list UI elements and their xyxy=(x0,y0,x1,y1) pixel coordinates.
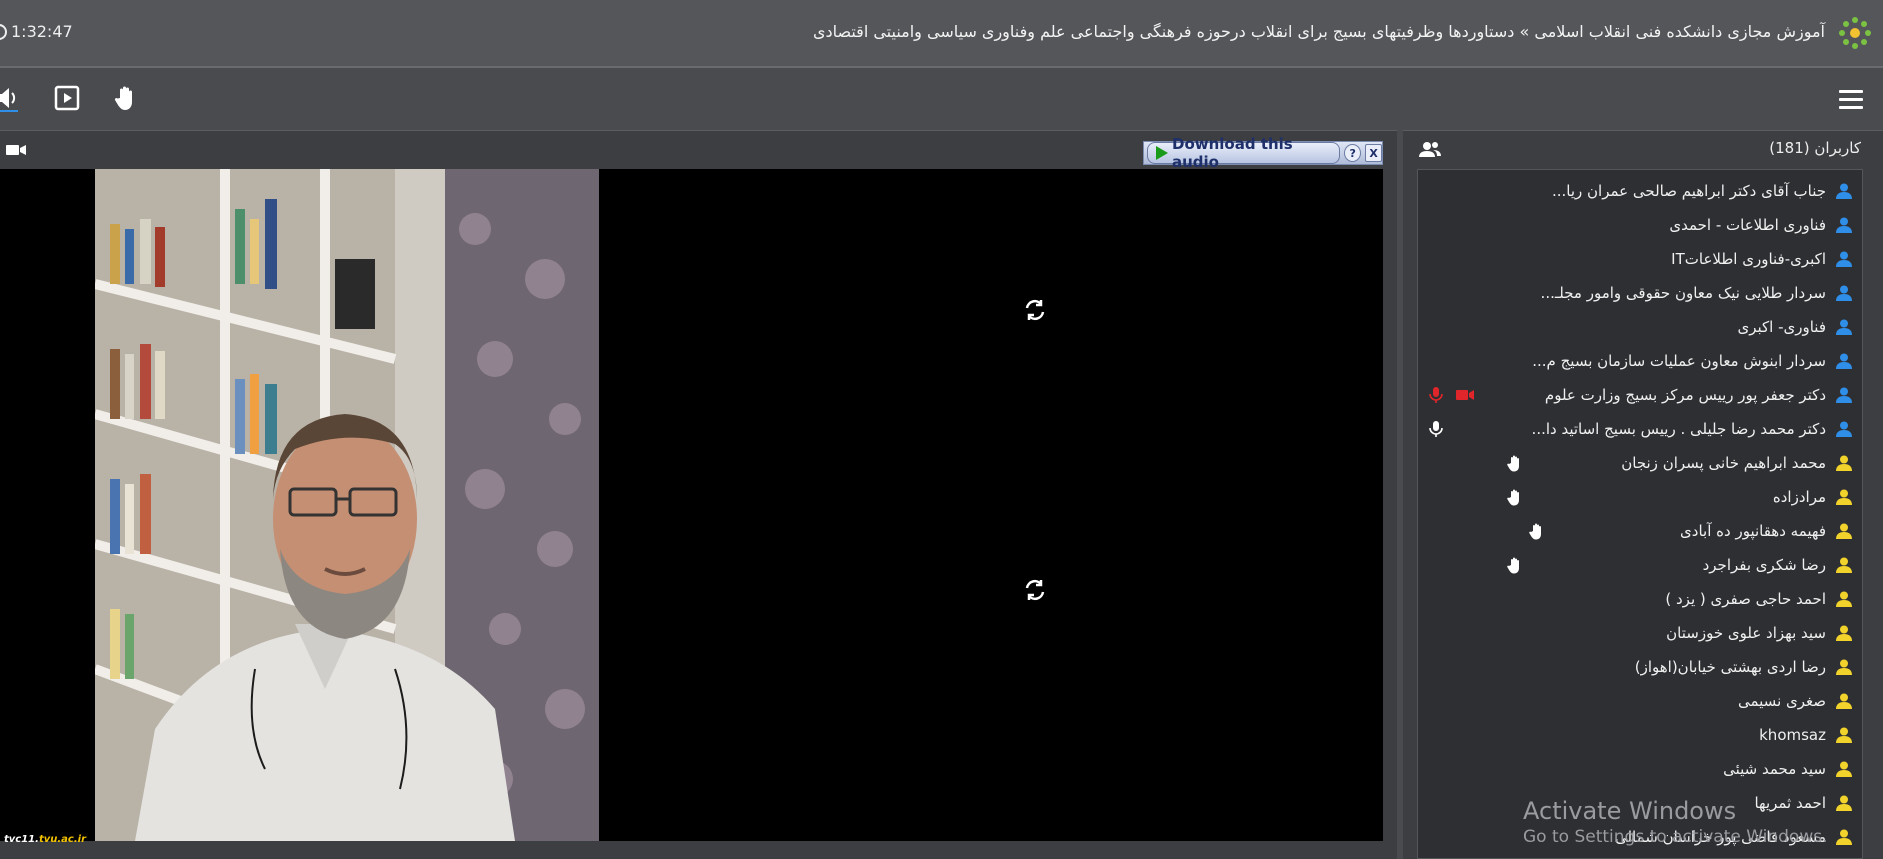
user-name: محمد ابراهیم خانی پسران زنجان xyxy=(1621,454,1826,472)
person-icon xyxy=(1836,285,1852,301)
download-audio-bar: Download this audio ? X xyxy=(1143,135,1383,171)
title-bar: 1:32:47 آموزش مجازی دانشکده فنی انقلاب ا… xyxy=(0,0,1883,68)
speaker-icon[interactable] xyxy=(0,84,22,112)
users-header: کاربران (181) xyxy=(1403,131,1883,169)
user-row[interactable]: احمد حاجی صفری ( یزد ) xyxy=(1418,582,1862,616)
play-icon xyxy=(1156,146,1168,160)
user-name: khomsaz xyxy=(1759,726,1826,744)
user-name: صغری نسیمی xyxy=(1737,692,1826,710)
person-icon xyxy=(1836,829,1852,845)
user-row[interactable]: سردار طلایی نیک معاون حقوقی وامور مجلـ..… xyxy=(1418,276,1862,310)
person-icon xyxy=(1836,183,1852,199)
brand-watermark: tvc11.tvu.ac.ir xyxy=(4,834,87,845)
person-icon xyxy=(1836,251,1852,267)
download-close-button[interactable]: X xyxy=(1365,144,1382,162)
user-name: جناب آقای دکتر ابراهیم صالحی عمران ریا..… xyxy=(1551,182,1826,200)
users-title: کاربران (181) xyxy=(1769,139,1861,157)
person-icon xyxy=(1836,217,1852,233)
user-row[interactable]: سردار ابنوش معاون عملیات سازمان بسیج م..… xyxy=(1418,344,1862,378)
user-row[interactable]: رضا اردی بهشتی خیابان(اهواز) xyxy=(1418,650,1862,684)
user-row[interactable]: دکتر جعفر پور رییس مرکز بسیج وزارت علوم xyxy=(1418,378,1862,412)
clock-icon xyxy=(0,23,7,40)
person-icon xyxy=(1836,523,1852,539)
user-row[interactable]: khomsaz xyxy=(1418,718,1862,752)
person-icon xyxy=(1836,319,1852,335)
person-icon xyxy=(1836,557,1852,573)
activate-windows-watermark: Activate Windows Go to Settings to activ… xyxy=(1523,797,1828,847)
user-row[interactable]: سید محمد شیئی xyxy=(1418,752,1862,786)
raise-hand-icon[interactable] xyxy=(1506,454,1524,472)
microphone-icon[interactable] xyxy=(1427,420,1445,438)
user-row[interactable]: اکبری-فناوری اطلاعاتIT xyxy=(1418,242,1862,276)
raise-hand-icon[interactable] xyxy=(1506,556,1524,574)
person-icon xyxy=(1836,693,1852,709)
user-row[interactable]: جناب آقای دکتر ابراهیم صالحی عمران ریا..… xyxy=(1418,174,1862,208)
user-name: سید بهزاد علوی خوزستان xyxy=(1666,624,1826,642)
raise-hand-icon[interactable] xyxy=(111,84,139,112)
logo-icon xyxy=(1839,17,1871,49)
person-icon xyxy=(1836,421,1852,437)
video-stream xyxy=(0,169,1383,841)
user-name: سردار ابنوش معاون عملیات سازمان بسیج م..… xyxy=(1532,352,1826,370)
person-icon xyxy=(1836,625,1852,641)
user-name: سردار طلایی نیک معاون حقوقی وامور مجلـ..… xyxy=(1540,284,1826,302)
user-row[interactable]: صغری نسیمی xyxy=(1418,684,1862,718)
person-icon xyxy=(1836,727,1852,743)
raise-hand-icon[interactable] xyxy=(1528,522,1546,540)
user-row[interactable]: فناوری اطلاعات - احمدی xyxy=(1418,208,1862,242)
user-name: اکبری-فناوری اطلاعاتIT xyxy=(1671,250,1826,268)
user-name: فهیمه دهقانپور ده آبادی xyxy=(1680,522,1826,540)
user-name: رضا شکری بفراجرد xyxy=(1702,556,1826,574)
user-row[interactable]: مرادزاده xyxy=(1418,480,1862,514)
user-row[interactable]: رضا شکری بفراجرد xyxy=(1418,548,1862,582)
user-name: فناوری- اکبری xyxy=(1737,318,1826,336)
download-audio-button[interactable]: Download this audio xyxy=(1147,135,1341,171)
microphone-icon[interactable] xyxy=(1427,386,1445,404)
user-row[interactable]: محمد ابراهیم خانی پسران زنجان xyxy=(1418,446,1862,480)
user-row[interactable]: فناوری- اکبری xyxy=(1418,310,1862,344)
person-icon xyxy=(1836,795,1852,811)
person-icon xyxy=(1836,353,1852,369)
page-title: آموزش مجازی دانشکده فنی انقلاب اسلامی » … xyxy=(812,22,1825,41)
users-list: جناب آقای دکتر ابراهیم صالحی عمران ریا..… xyxy=(1417,169,1863,859)
timer-text: 1:32:47 xyxy=(11,22,73,41)
camera-icon[interactable] xyxy=(6,143,26,157)
download-help-button[interactable]: ? xyxy=(1344,144,1362,162)
camera-icon[interactable] xyxy=(1456,386,1474,404)
users-icon[interactable] xyxy=(1419,141,1441,157)
user-row[interactable]: فهیمه دهقانپور ده آبادی xyxy=(1418,514,1862,548)
user-name: فناوری اطلاعات - احمدی xyxy=(1669,216,1826,234)
person-icon xyxy=(1836,489,1852,505)
person-icon xyxy=(1836,387,1852,403)
person-icon xyxy=(1836,455,1852,471)
users-panel: کاربران (181) جناب آقای دکتر ابراهیم صال… xyxy=(1403,130,1883,859)
user-name: دکتر محمد رضا جلیلی . رییس بسیج اساتید د… xyxy=(1531,420,1826,438)
user-name: رضا اردی بهشتی خیابان(اهواز) xyxy=(1634,658,1826,676)
person-icon xyxy=(1836,761,1852,777)
user-name: مرادزاده xyxy=(1772,488,1826,506)
toolbar xyxy=(0,68,1883,130)
raise-hand-icon[interactable] xyxy=(1506,488,1524,506)
play-square-icon[interactable] xyxy=(53,84,81,112)
refresh-icon xyxy=(1025,579,1045,601)
user-name: سید محمد شیئی xyxy=(1723,760,1826,778)
user-row[interactable]: سید بهزاد علوی خوزستان xyxy=(1418,616,1862,650)
video-panel: Download this audio ? X tvc11.tvu.ac.ir xyxy=(0,130,1397,859)
menu-icon[interactable] xyxy=(1839,90,1863,110)
session-timer: 1:32:47 xyxy=(0,22,73,41)
presenter-video xyxy=(95,169,599,841)
user-name: احمد حاجی صفری ( یزد ) xyxy=(1665,590,1826,608)
person-icon xyxy=(1836,591,1852,607)
person-icon xyxy=(1836,659,1852,675)
user-row[interactable]: دکتر محمد رضا جلیلی . رییس بسیج اساتید د… xyxy=(1418,412,1862,446)
user-name: دکتر جعفر پور رییس مرکز بسیج وزارت علوم xyxy=(1544,386,1826,404)
refresh-icon xyxy=(1025,299,1045,321)
